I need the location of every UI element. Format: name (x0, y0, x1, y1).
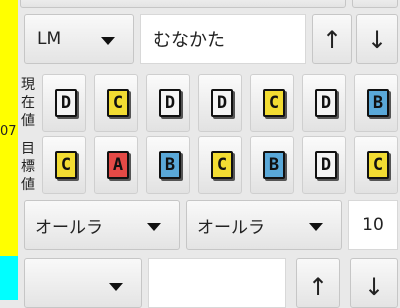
target-tile[interactable]: D (302, 136, 346, 194)
grade-glyph: D (159, 89, 181, 117)
move-down-button[interactable]: ↓ (356, 14, 398, 64)
arrow-up-icon: ↑ (307, 273, 329, 301)
target-tile[interactable]: A (94, 136, 138, 194)
grade-glyph: C (107, 89, 129, 117)
current-tile[interactable]: D (42, 74, 86, 132)
current-tile[interactable]: C (94, 74, 138, 132)
target-tile[interactable]: B (250, 136, 294, 194)
grade-glyph: D (315, 151, 337, 179)
grade-glyph: B (263, 151, 285, 179)
count-input[interactable]: 10 (348, 200, 398, 250)
skill-select-2[interactable]: オールラ (186, 200, 342, 250)
move-up-button-next[interactable]: ↑ (296, 258, 340, 308)
target-tile[interactable]: C (198, 136, 242, 194)
grade-glyph: D (315, 89, 337, 117)
row-number: 07 (0, 124, 17, 139)
current-value-label: 現在値 (21, 77, 35, 129)
target-tile[interactable]: C (354, 136, 398, 194)
current-tile[interactable]: B (354, 74, 398, 132)
grade-glyph: C (211, 151, 233, 179)
name-input-next[interactable] (148, 258, 286, 308)
move-up-button[interactable]: ↑ (312, 14, 352, 64)
skill-select-1-value: オールラ (35, 217, 103, 238)
current-tile[interactable]: D (146, 74, 190, 132)
name-input-value: むなかた (153, 30, 225, 51)
arrow-down-icon: ↓ (366, 26, 388, 54)
name-input[interactable]: むなかた (140, 14, 306, 64)
target-tile[interactable]: B (146, 136, 190, 194)
chevron-down-icon (309, 223, 323, 231)
grade-glyph: D (211, 89, 233, 117)
status-stripe-cyan (0, 256, 18, 300)
grade-glyph: B (367, 89, 389, 117)
grade-glyph: C (55, 151, 77, 179)
skill-select-2-value: オールラ (197, 217, 265, 238)
target-value-label: 目標値 (21, 141, 35, 193)
grade-glyph: C (367, 151, 389, 179)
current-tile[interactable]: C (250, 74, 294, 132)
level-select-next[interactable] (24, 258, 142, 308)
current-tile[interactable]: D (198, 74, 242, 132)
arrow-down-icon: ↓ (363, 273, 385, 301)
grade-glyph: A (107, 151, 129, 179)
grade-glyph: B (159, 151, 181, 179)
grade-glyph: D (55, 89, 77, 117)
top-partial-button-right[interactable] (352, 0, 398, 8)
count-input-value: 10 (362, 215, 384, 235)
target-tile[interactable]: C (42, 136, 86, 194)
chevron-down-icon (147, 223, 161, 231)
level-select-value: LM (37, 29, 62, 49)
arrow-up-icon: ↑ (321, 26, 343, 54)
skill-select-1[interactable]: オールラ (24, 200, 180, 250)
current-tile[interactable]: D (302, 74, 346, 132)
move-down-button-next[interactable]: ↓ (350, 258, 398, 308)
chevron-down-icon (109, 283, 123, 291)
level-select[interactable]: LM (24, 14, 134, 64)
top-partial-button[interactable] (20, 0, 346, 8)
grade-glyph: C (263, 89, 285, 117)
chevron-down-icon (101, 37, 115, 45)
